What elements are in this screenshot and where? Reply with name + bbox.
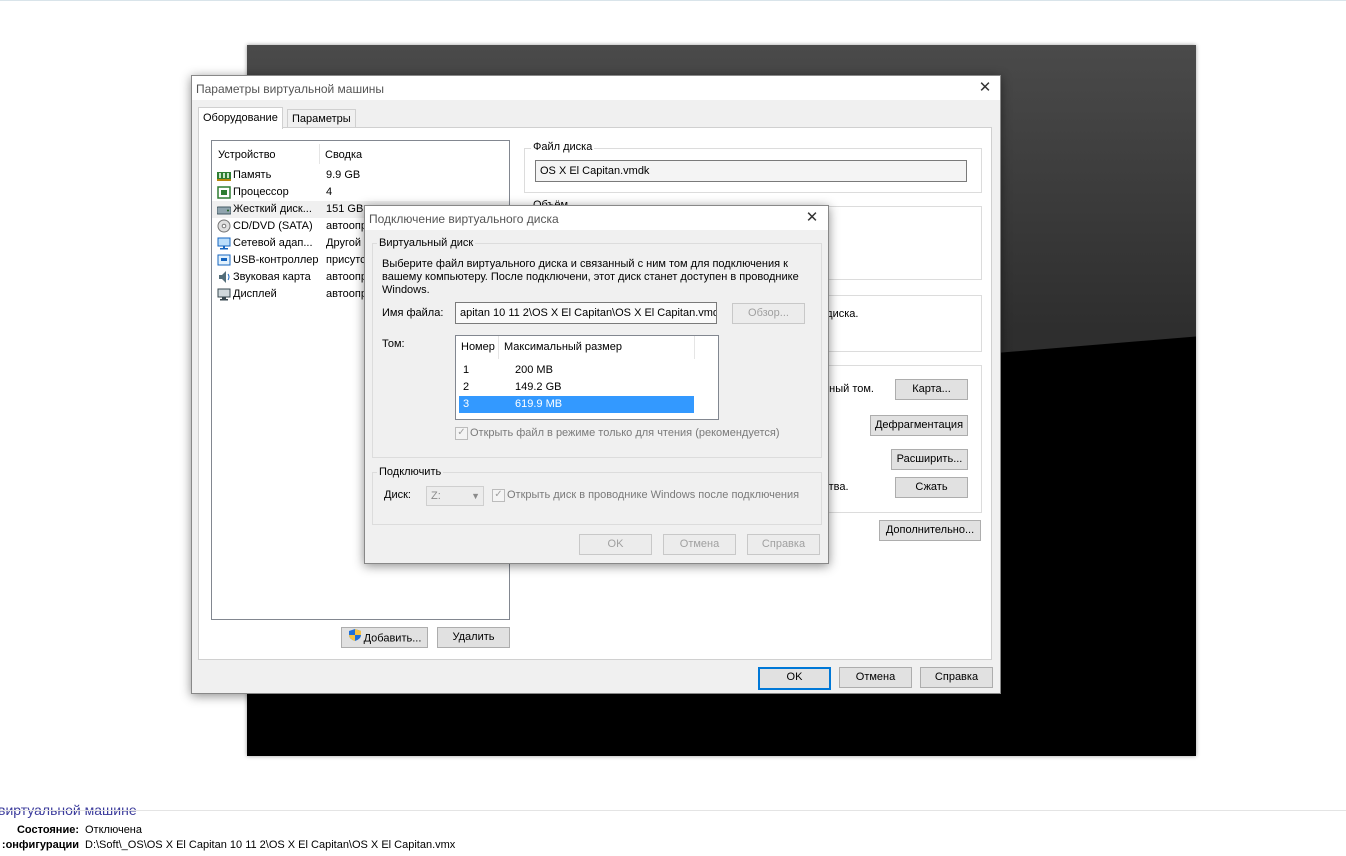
connect-group: Подключить Диск: Z: ▼ ✓ Открыть диск в п…	[372, 466, 822, 525]
sound-card-icon	[217, 270, 231, 283]
column-divider	[319, 144, 320, 164]
volume-size: 619.9 MB	[515, 398, 563, 410]
usb-icon	[217, 254, 231, 266]
map-ok-button[interactable]: OK	[579, 534, 652, 555]
tab-options[interactable]: Параметры	[287, 109, 356, 128]
device-name: Жесткий диск...	[233, 203, 312, 215]
volume-label: Том:	[382, 338, 405, 350]
open-explorer-checkbox[interactable]: ✓	[492, 489, 505, 502]
remove-device-button[interactable]: Удалить	[437, 627, 510, 648]
top-border	[0, 0, 1346, 1]
device-name: Звуковая карта	[233, 271, 311, 283]
disk-file-group: Файл диска OS X El Capitan.vmdk	[524, 141, 982, 193]
device-name: USB-контроллер	[233, 254, 319, 266]
ok-button[interactable]: OK	[758, 667, 831, 690]
chevron-down-icon: ▼	[471, 491, 480, 501]
map-help-button[interactable]: Справка	[747, 534, 820, 555]
volume-list[interactable]: Номер Максимальный размер 1 200 MB 2 149…	[455, 335, 719, 420]
hard-disk-icon	[216, 204, 232, 216]
connect-group-title: Подключить	[377, 466, 444, 478]
compact-button[interactable]: Сжать	[895, 477, 968, 498]
device-summary: 4	[326, 186, 333, 198]
tab-hardware[interactable]: Оборудование	[198, 107, 283, 129]
device-summary: автоопр	[326, 220, 367, 232]
device-name: Память	[233, 169, 272, 181]
volume-number: 1	[463, 364, 470, 376]
config-value: D:\Soft\_OS\OS X El Capitan 10 11 2\OS X…	[85, 839, 456, 851]
drive-select[interactable]: Z: ▼	[426, 486, 484, 506]
volume-size: 200 MB	[515, 364, 553, 376]
volume-number: 2	[463, 381, 470, 393]
device-summary: 151 GB	[326, 203, 364, 215]
drive-value: Z:	[431, 490, 441, 502]
volume-size: 149.2 GB	[515, 381, 562, 393]
volume-size-header[interactable]: Максимальный размер	[499, 336, 695, 359]
add-device-label: Добавить...	[363, 632, 422, 645]
map-cancel-button[interactable]: Отмена	[663, 534, 736, 555]
vm-details-divider	[0, 810, 1346, 811]
readonly-checkbox-label: Открыть файл в режиме только для чтения …	[470, 427, 780, 439]
file-name-label: Имя файла:	[382, 307, 444, 319]
advanced-button[interactable]: Дополнительно...	[879, 520, 981, 541]
disk-file-group-title: Файл диска	[531, 141, 595, 153]
device-summary: 9.9 GB	[326, 169, 361, 181]
disk-file-path: OS X El Capitan.vmdk	[535, 160, 967, 182]
device-name: Дисплей	[233, 288, 277, 300]
drive-label: Диск:	[384, 489, 411, 501]
memory-icon	[217, 170, 231, 182]
device-summary: автоопр	[326, 271, 367, 283]
state-value: Отключена	[85, 824, 142, 836]
cd-dvd-icon	[217, 219, 231, 233]
vm-settings-titlebar[interactable]: Параметры виртуальной машины ✕	[192, 76, 1000, 100]
processor-icon	[217, 186, 231, 199]
network-adapter-icon	[217, 237, 231, 250]
device-name: Процессор	[233, 186, 289, 198]
cancel-button[interactable]: Отмена	[839, 667, 912, 688]
map-disk-titlebar[interactable]: Подключение виртуального диска ✕	[365, 206, 828, 230]
file-name-field[interactable]: apitan 10 11 2\OS X El Capitan\OS X El C…	[455, 302, 717, 324]
device-summary: Другой	[326, 237, 361, 249]
volume-number-header[interactable]: Номер	[456, 336, 499, 359]
volume-row-selected[interactable]: 3 619.9 MB	[459, 396, 694, 413]
volume-row[interactable]: 1 200 MB	[459, 362, 694, 379]
state-label: Состояние:	[16, 824, 79, 836]
device-row-processor[interactable]: Процессор 4	[212, 184, 509, 201]
device-column-header[interactable]: Устройство	[218, 149, 276, 161]
volume-row[interactable]: 2 149.2 GB	[459, 379, 694, 396]
map-disk-title: Подключение виртуального диска	[369, 212, 559, 226]
device-row-memory[interactable]: Память 9.9 GB	[212, 167, 509, 184]
close-icon[interactable]: ✕	[970, 76, 1000, 100]
vm-settings-title: Параметры виртуальной машины	[196, 82, 385, 96]
volume-number: 3	[463, 398, 470, 410]
readonly-checkbox[interactable]: ✓	[455, 427, 468, 440]
expand-button[interactable]: Расширить...	[891, 449, 968, 470]
device-name: CD/DVD (SATA)	[233, 220, 313, 232]
open-explorer-label: Открыть диск в проводнике Windows после …	[507, 489, 800, 501]
defragment-button[interactable]: Дефрагментация	[870, 415, 968, 436]
uac-shield-icon	[348, 628, 362, 649]
help-button[interactable]: Справка	[920, 667, 993, 688]
summary-column-header[interactable]: Сводка	[325, 149, 362, 161]
close-icon[interactable]: ✕	[797, 206, 827, 230]
display-icon	[217, 288, 231, 301]
virtual-disk-group: Виртуальный диск Выберите файл виртуальн…	[372, 237, 822, 458]
config-label: онфигурации:	[1, 839, 79, 851]
map-button[interactable]: Карта...	[895, 379, 968, 400]
add-device-button[interactable]: Добавить...	[341, 627, 428, 648]
map-disk-dialog: Подключение виртуального диска ✕ Виртуал…	[364, 205, 829, 564]
virtual-disk-group-title: Виртуальный диск	[377, 237, 476, 249]
browse-button[interactable]: Обзор...	[732, 303, 805, 324]
device-summary: автоопр	[326, 288, 367, 300]
virtual-disk-description: Выберите файл виртуального диска и связа…	[382, 258, 799, 296]
device-name: Сетевой адап...	[233, 237, 313, 249]
